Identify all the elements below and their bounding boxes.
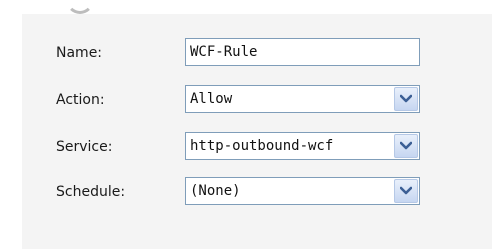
schedule-label: Schedule: [56, 184, 126, 200]
service-label: Service: [56, 139, 113, 155]
schedule-row: Schedule: (None) [22, 177, 492, 219]
chevron-down-icon [400, 141, 412, 150]
schedule-select-value: (None) [190, 183, 241, 199]
action-dropdown-button[interactable] [394, 87, 418, 111]
action-row: Action: Allow [22, 85, 492, 127]
service-row: Service: http-outbound-wcf [22, 132, 492, 174]
action-select-value: Allow [190, 91, 233, 107]
name-row: Name: WCF-Rule [22, 38, 492, 80]
service-select[interactable]: http-outbound-wcf [185, 132, 420, 160]
rule-properties-panel: Name: WCF-Rule Action: Allow Service: ht… [22, 14, 492, 249]
chevron-down-icon [400, 186, 412, 195]
action-label: Action: [56, 92, 105, 108]
schedule-dropdown-button[interactable] [394, 179, 418, 203]
top-band [0, 0, 492, 14]
name-label: Name: [56, 45, 103, 61]
action-select[interactable]: Allow [185, 85, 420, 113]
service-select-value: http-outbound-wcf [190, 138, 334, 154]
schedule-select[interactable]: (None) [185, 177, 420, 205]
chevron-down-icon [400, 94, 412, 103]
name-input[interactable]: WCF-Rule [185, 38, 420, 66]
partial-circle-graphic [66, 0, 94, 14]
service-dropdown-button[interactable] [394, 134, 418, 158]
name-input-value: WCF-Rule [190, 44, 258, 60]
